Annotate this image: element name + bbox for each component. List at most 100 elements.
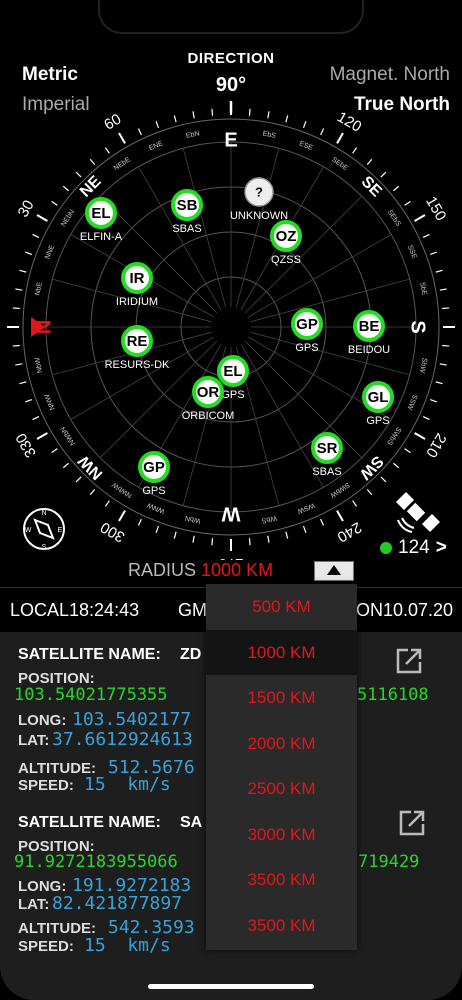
compass-tick	[248, 538, 251, 546]
satellite-icon[interactable]	[392, 490, 442, 536]
degree-label: 150	[422, 194, 449, 224]
compass-tick	[25, 398, 32, 403]
svg-text:W: W	[25, 527, 32, 534]
compass-tick	[62, 462, 69, 469]
direction-minor-label: SEbS	[386, 209, 402, 228]
cardinal-label: E	[224, 129, 237, 151]
compass-tick	[248, 108, 251, 116]
satellite-code: IR	[130, 270, 145, 287]
status-dot-icon	[380, 542, 392, 554]
compass-tick	[393, 462, 400, 469]
degree-label: 0	[0, 323, 3, 331]
compass-tick	[430, 398, 437, 403]
direction-minor-label: SWbW	[328, 481, 350, 499]
compass-tick	[173, 115, 177, 123]
radius-option[interactable]: 2500 KM	[206, 766, 357, 812]
metric-option[interactable]: Metric	[22, 64, 78, 86]
radar-spoke	[240, 344, 324, 488]
satellite-code: EL	[91, 205, 110, 222]
position-value: 91.9272183955066	[14, 852, 178, 872]
compass-tick	[414, 432, 426, 440]
compass-tick	[267, 535, 270, 543]
satellite-code: BE	[359, 318, 380, 335]
compass-tick	[336, 132, 344, 144]
direction-minor-label: NNW	[44, 392, 57, 410]
direction-minor-label: EbS	[262, 130, 277, 140]
direction-minor-label: ESE	[298, 140, 314, 152]
radius-option[interactable]: 2000 KM	[206, 721, 357, 767]
compass-tick	[211, 108, 214, 116]
satellite-code: GP	[296, 316, 318, 333]
magnetic-north-option[interactable]: Magnet. North	[330, 64, 450, 86]
direction-minor-label: WbS	[261, 514, 278, 524]
compass-tick	[302, 526, 307, 533]
degree-label: 30	[15, 197, 38, 220]
direction-minor-label: SEbE	[330, 156, 349, 172]
compass-tick	[12, 307, 20, 310]
compass-tick	[422, 416, 430, 421]
compass-tick	[393, 185, 400, 192]
satellite-name-value: SA	[180, 814, 203, 831]
compass-tick	[211, 538, 214, 546]
compass-tick	[118, 510, 126, 522]
radius-row: RADIUS 1000 KM	[128, 560, 273, 581]
compass-tick	[422, 233, 430, 238]
direction-minor-label: NbW	[34, 356, 44, 373]
compass-tick	[439, 363, 447, 366]
compass-tick	[12, 344, 20, 347]
speed-label: SPEED:	[18, 938, 74, 955]
svg-text:E: E	[58, 527, 63, 534]
home-indicator[interactable]	[148, 984, 314, 989]
compass-tick	[62, 185, 69, 192]
compass-tick	[320, 128, 325, 136]
direction-minor-label: WbN	[185, 514, 202, 524]
local-time: LOCAL18:24:43	[10, 600, 140, 620]
latitude-value: 37.6612924613	[52, 729, 193, 750]
satellite-label: ORBICOM	[182, 410, 235, 422]
direction-minor-label: SSE	[406, 244, 418, 260]
degree-label: 60	[101, 111, 124, 134]
satellite-name-value: ZD	[180, 646, 202, 663]
direction-minor-label: NEbE	[113, 156, 132, 172]
satellite-count[interactable]: 124 >	[380, 537, 447, 559]
compass-tick	[155, 526, 160, 533]
radius-option[interactable]: 1500 KM	[206, 675, 357, 721]
compass-tick	[439, 288, 447, 291]
satellite-label: IRIDIUM	[116, 296, 158, 308]
satellite-label: QZSS	[271, 254, 301, 266]
compass-tick	[336, 510, 344, 522]
degree-label: 120	[334, 109, 364, 136]
radius-option[interactable]: 3500 KM	[206, 903, 357, 949]
radius-option[interactable]: 3000 KM	[206, 812, 357, 858]
radar-spoke	[244, 340, 363, 459]
open-external-icon[interactable]	[394, 646, 424, 676]
longitude-label: LONG:	[18, 712, 67, 729]
radius-dropdown-menu: 500 KM 1000 KM 1500 KM 2000 KM 2500 KM 3000 K…	[206, 584, 357, 950]
radius-option[interactable]: 3500 KM	[206, 857, 357, 903]
satellite-label: UNKNOWN	[230, 210, 288, 222]
compass-tick	[75, 171, 82, 178]
compass-tick	[19, 269, 27, 273]
radius-option[interactable]: 1000 KM	[206, 629, 357, 675]
direction-minor-label: SbW	[418, 357, 428, 374]
compass-tick	[366, 489, 373, 496]
radius-value[interactable]: 1000 KM	[201, 560, 273, 580]
compass-tick	[435, 381, 443, 385]
compass-tick	[32, 233, 40, 238]
compass-tick	[89, 489, 96, 496]
compass-tick	[320, 518, 325, 526]
svg-text:S: S	[42, 544, 47, 551]
compass-tick	[36, 432, 48, 440]
satellite-code: GL	[368, 389, 389, 406]
radius-option[interactable]: 500 KM	[206, 584, 357, 630]
degree-label: 210	[422, 430, 449, 460]
compass-tick	[104, 147, 110, 154]
latitude-value: 82.421877897	[52, 893, 183, 914]
longitude-value: 103.5402177	[72, 709, 192, 730]
radius-dropdown-toggle-icon[interactable]	[314, 561, 354, 581]
compass-tick	[51, 448, 58, 454]
open-external-icon[interactable]	[397, 808, 427, 838]
latitude-label: LAT:	[18, 732, 50, 749]
satellite-code: EL	[223, 363, 242, 380]
compass-calibrate-icon[interactable]: N E S W	[20, 505, 68, 553]
